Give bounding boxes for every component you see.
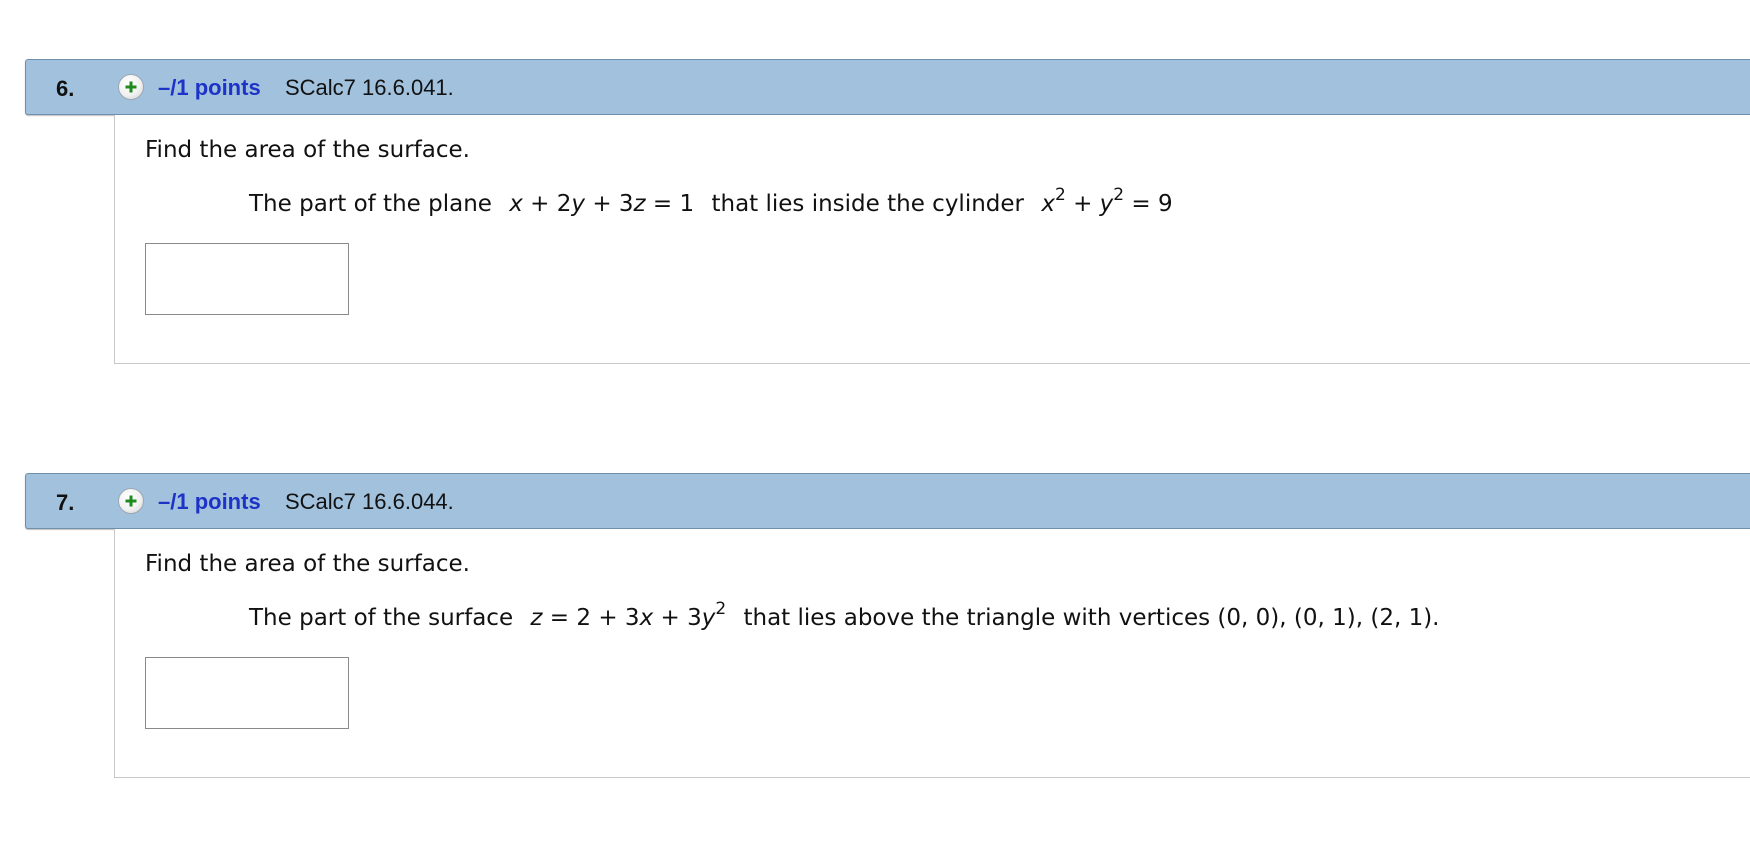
question-reference: SCalc7 16.6.044. xyxy=(285,489,454,514)
question-text: The part of the surface z = 2 + 3x + 3y2… xyxy=(249,599,1440,631)
text-before: The part of the plane xyxy=(249,191,492,217)
points-link[interactable]: –/1 points xyxy=(158,75,261,101)
math-expression: x + 2y + 3z = 1 xyxy=(509,191,695,217)
question-body: Find the area of the surface. The part o… xyxy=(114,115,1750,364)
question-header: 6. –/1 points SCalc7 16.6.041. xyxy=(25,59,1750,115)
question-prompt: Find the area of the surface. xyxy=(145,137,470,163)
plus-circle-icon[interactable] xyxy=(118,488,144,514)
question-number: 7. xyxy=(56,490,75,515)
question-prompt: Find the area of the surface. xyxy=(145,551,470,577)
text-middle: that lies inside the cylinder xyxy=(711,191,1024,217)
text-before: The part of the surface xyxy=(249,605,514,631)
question-text: The part of the plane x + 2y + 3z = 1 th… xyxy=(249,185,1183,217)
text-after: that lies above the triangle with vertic… xyxy=(743,605,1440,631)
math-expression: z = 2 + 3x + 3y2 xyxy=(530,599,727,631)
answer-input[interactable] xyxy=(145,243,349,315)
question-number: 6. xyxy=(56,76,75,101)
cylinder-expression: x2 + y2 = 9 xyxy=(1041,185,1173,217)
question-body: Find the area of the surface. The part o… xyxy=(114,529,1750,778)
answer-input[interactable] xyxy=(145,657,349,729)
question-reference: SCalc7 16.6.041. xyxy=(285,75,454,100)
plus-circle-icon[interactable] xyxy=(118,74,144,100)
question-header: 7. –/1 points SCalc7 16.6.044. xyxy=(25,473,1750,529)
points-link[interactable]: –/1 points xyxy=(158,489,261,515)
